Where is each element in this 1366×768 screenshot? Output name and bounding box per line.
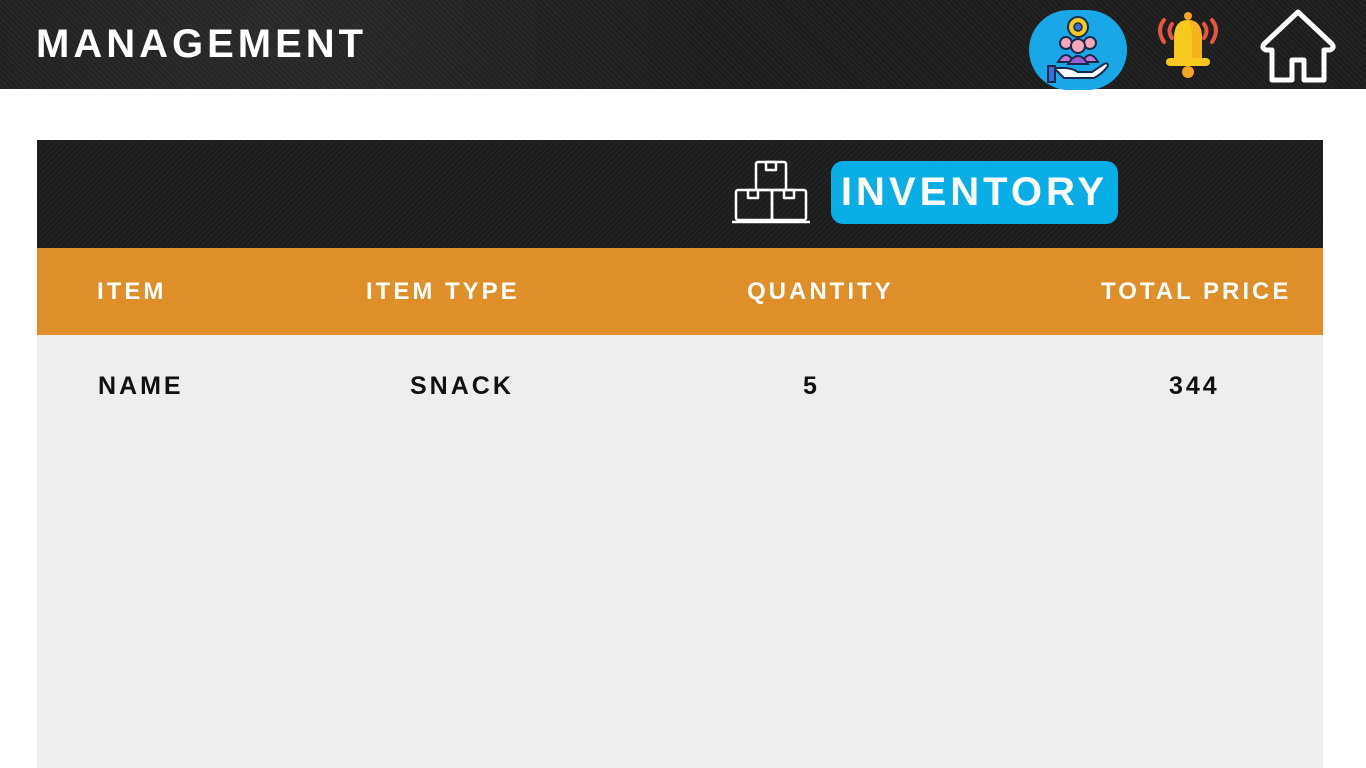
cell-quantity: 5 — [803, 372, 820, 400]
cell-total-price: 344 — [1169, 372, 1220, 400]
home-button[interactable] — [1258, 6, 1338, 86]
cell-item: NAME — [98, 372, 184, 400]
column-header-item-type: ITEM TYPE — [366, 278, 520, 305]
cell-item-type: SNACK — [410, 372, 514, 400]
page-title: MANAGEMENT — [36, 22, 368, 66]
column-header-item: ITEM — [97, 278, 167, 305]
inventory-panel: INVENTORY ITEM ITEM TYPE QUANTITY TOTAL … — [37, 140, 1323, 768]
bell-icon — [1158, 12, 1218, 78]
home-icon — [1260, 9, 1336, 83]
table-header-row: ITEM ITEM TYPE QUANTITY TOTAL PRICE — [37, 248, 1323, 335]
boxes-icon — [732, 160, 810, 224]
top-bar: MANAGEMENT — [0, 0, 1366, 90]
inventory-header: INVENTORY — [37, 140, 1323, 248]
column-header-quantity: QUANTITY — [747, 278, 894, 305]
column-header-total-price: TOTAL PRICE — [1101, 278, 1292, 305]
management-button[interactable] — [1029, 10, 1127, 90]
people-management-icon — [1047, 16, 1110, 83]
inventory-title[interactable]: INVENTORY — [831, 161, 1118, 224]
notifications-button[interactable] — [1150, 6, 1226, 82]
